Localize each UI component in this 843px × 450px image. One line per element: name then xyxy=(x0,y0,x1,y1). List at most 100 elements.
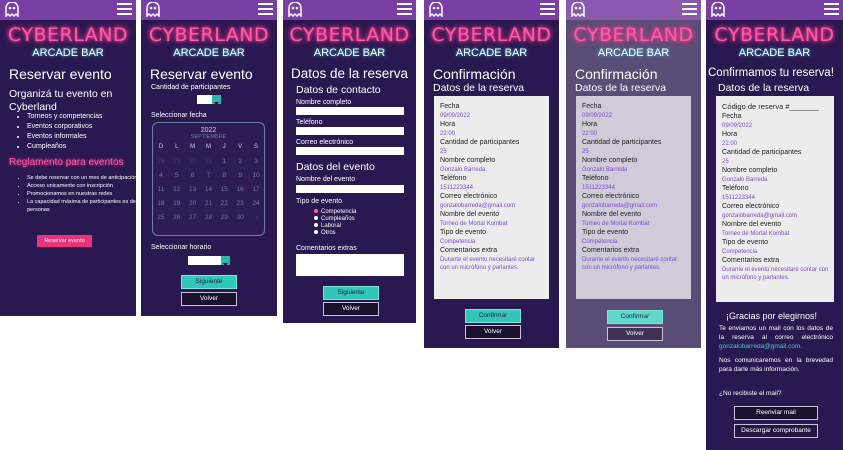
email-label: Correo electrónico xyxy=(440,193,498,200)
ghost-logo-icon[interactable] xyxy=(429,2,443,17)
calendar-day[interactable]: 19 xyxy=(169,196,185,210)
calendar-day[interactable]: 13 xyxy=(185,182,201,196)
time-select[interactable] xyxy=(188,256,230,266)
email-input[interactable] xyxy=(296,147,404,155)
participants-select[interactable] xyxy=(197,95,221,105)
date-value: 09/09/2022 xyxy=(722,123,753,129)
brand-logo: CYBERLAND ARCADE BAR xyxy=(283,24,416,59)
calendar-day[interactable]: 3 xyxy=(248,154,264,168)
calendar-day[interactable]: 2 xyxy=(232,154,248,168)
top-bar xyxy=(424,0,559,20)
calendar-day[interactable]: 27 xyxy=(185,210,201,224)
calendar-day[interactable]: 7 xyxy=(201,168,217,182)
calendar-grid[interactable]: D L M M J V S 28 29 30 31 1 2 3 4 5 6 7 8 9 10 11 12 13 14 15 16 17… xyxy=(153,140,264,224)
chevron-down-icon[interactable] xyxy=(221,256,230,266)
event-name-value: Torneo de Mortal Kombat xyxy=(722,231,790,237)
calendar-day[interactable]: 18 xyxy=(153,196,169,210)
confirmar-button[interactable]: Confirmar xyxy=(465,309,521,323)
participants-label: Cantidad de participantes xyxy=(722,149,802,156)
calendar-day[interactable]: 22 xyxy=(216,196,232,210)
radio-option-cumpleanos[interactable]: Cumpleaños xyxy=(314,216,356,223)
ghost-logo-icon[interactable] xyxy=(571,2,585,17)
event-name-input[interactable] xyxy=(296,185,404,193)
calendar-day[interactable]: 11 xyxy=(153,182,169,196)
calendar-day[interactable]: 30 xyxy=(232,210,248,224)
chevron-down-icon[interactable] xyxy=(212,95,221,105)
calendar-day[interactable]: 30 xyxy=(185,154,201,168)
thanks-heading: ¡Gracias por elegirnos! xyxy=(726,311,818,321)
calendar-day[interactable]: 29 xyxy=(169,154,185,168)
calendar-day[interactable]: 21 xyxy=(201,196,217,210)
calendar-day[interactable]: 5 xyxy=(169,168,185,182)
calendar-day[interactable]: 10 xyxy=(248,168,264,182)
intro-text: Organizá tu evento en Cyberland xyxy=(9,88,113,113)
radio-option-laboral[interactable]: Laboral xyxy=(314,223,356,230)
volver-button[interactable]: Volver xyxy=(607,327,663,341)
calendar-day[interactable]: 1 xyxy=(216,154,232,168)
siguiente-button[interactable]: Siguiente xyxy=(323,286,379,300)
calendar-day[interactable]: 28 xyxy=(153,154,169,168)
calendar-day[interactable]: 23 xyxy=(232,196,248,210)
hamburger-menu-icon[interactable] xyxy=(117,3,132,16)
calendar[interactable]: 2022 SEPTIEMBRE D L M M J V S 28 29 30 31 1 2 3 4 5 6 7 8 9… xyxy=(152,122,265,236)
hamburger-menu-icon[interactable] xyxy=(824,3,839,16)
calendar-day[interactable]: 29 xyxy=(216,210,232,224)
reenviar-mail-button[interactable]: Reenviar mail xyxy=(734,406,818,420)
weekday-label: M xyxy=(190,144,196,150)
radio-icon[interactable] xyxy=(314,223,318,228)
time-value: 22:00 xyxy=(582,131,598,137)
calendar-day[interactable]: 12 xyxy=(169,182,185,196)
volver-button[interactable]: Volver xyxy=(181,292,237,306)
phone-value: 1511223344 xyxy=(582,185,615,191)
calendar-day[interactable]: 25 xyxy=(153,210,169,224)
calendar-day[interactable]: 31 xyxy=(201,154,217,168)
ghost-logo-icon[interactable] xyxy=(5,2,19,17)
list-item: Eventos corporativos xyxy=(27,122,136,132)
comments-textarea[interactable] xyxy=(296,254,404,276)
calendar-day[interactable]: 9 xyxy=(232,168,248,182)
calendar-day[interactable]: 28 xyxy=(201,210,217,224)
ghost-logo-icon[interactable] xyxy=(711,2,725,17)
calendar-day[interactable]: 8 xyxy=(216,168,232,182)
calendar-day[interactable]: 20 xyxy=(185,196,201,210)
radio-icon[interactable] xyxy=(314,216,318,221)
descargar-comprobante-button[interactable]: Descargar comprobante xyxy=(734,424,818,438)
volver-button[interactable]: Volver xyxy=(465,325,521,339)
reservar-evento-button[interactable]: Reservar evento xyxy=(37,235,92,247)
contact-section-title: Datos de contacto xyxy=(296,84,381,96)
volver-button[interactable]: Volver xyxy=(323,302,379,316)
phone-label: Teléfono xyxy=(722,185,749,192)
event-type-radio-group[interactable]: Competencia Cumpleaños Laboral Otros xyxy=(314,209,356,237)
ghost-logo-icon[interactable] xyxy=(288,2,302,17)
time-value: 22:00 xyxy=(722,141,738,147)
calendar-day[interactable]: 17 xyxy=(248,182,264,196)
email-label: Correo electrónico xyxy=(296,139,354,146)
radio-selected-icon[interactable] xyxy=(314,209,318,214)
radio-option-competencia[interactable]: Competencia xyxy=(314,209,356,216)
reservation-summary-card: Fecha 09/09/2022 Hora 22:00 Cantidad de … xyxy=(434,96,549,299)
hamburger-menu-icon[interactable] xyxy=(682,3,697,16)
calendar-day[interactable]: 4 xyxy=(153,168,169,182)
calendar-day[interactable]: 6 xyxy=(185,168,201,182)
hamburger-menu-icon[interactable] xyxy=(258,3,273,16)
calendar-day[interactable]: 26 xyxy=(169,210,185,224)
calendar-day[interactable]: 16 xyxy=(232,182,248,196)
name-input[interactable] xyxy=(296,107,404,115)
ghost-logo-icon[interactable] xyxy=(146,2,160,17)
calendar-day[interactable]: 24 xyxy=(248,196,264,210)
siguiente-button[interactable]: Siguiente xyxy=(181,275,237,289)
radio-icon[interactable] xyxy=(314,230,318,235)
radio-option-otros[interactable]: Otros xyxy=(314,230,356,237)
confirmar-button[interactable]: Confirmar xyxy=(607,310,663,324)
screen-reservar-evento-form: CYBERLAND ARCADE BAR Reservar evento Can… xyxy=(141,0,277,316)
phone-input[interactable] xyxy=(296,127,404,135)
event-type-label: Tipo de evento xyxy=(582,229,629,236)
calendar-day[interactable]: 15 xyxy=(216,182,232,196)
hamburger-menu-icon[interactable] xyxy=(397,3,412,16)
calendar-day[interactable]: 14 xyxy=(201,182,217,196)
hamburger-menu-icon[interactable] xyxy=(540,3,555,16)
participants-value: 25 xyxy=(440,149,447,155)
rules-title: Reglamento para eventos xyxy=(9,157,124,168)
radio-label: Cumpleaños xyxy=(321,216,355,222)
calendar-day[interactable]: 1 xyxy=(248,210,264,224)
